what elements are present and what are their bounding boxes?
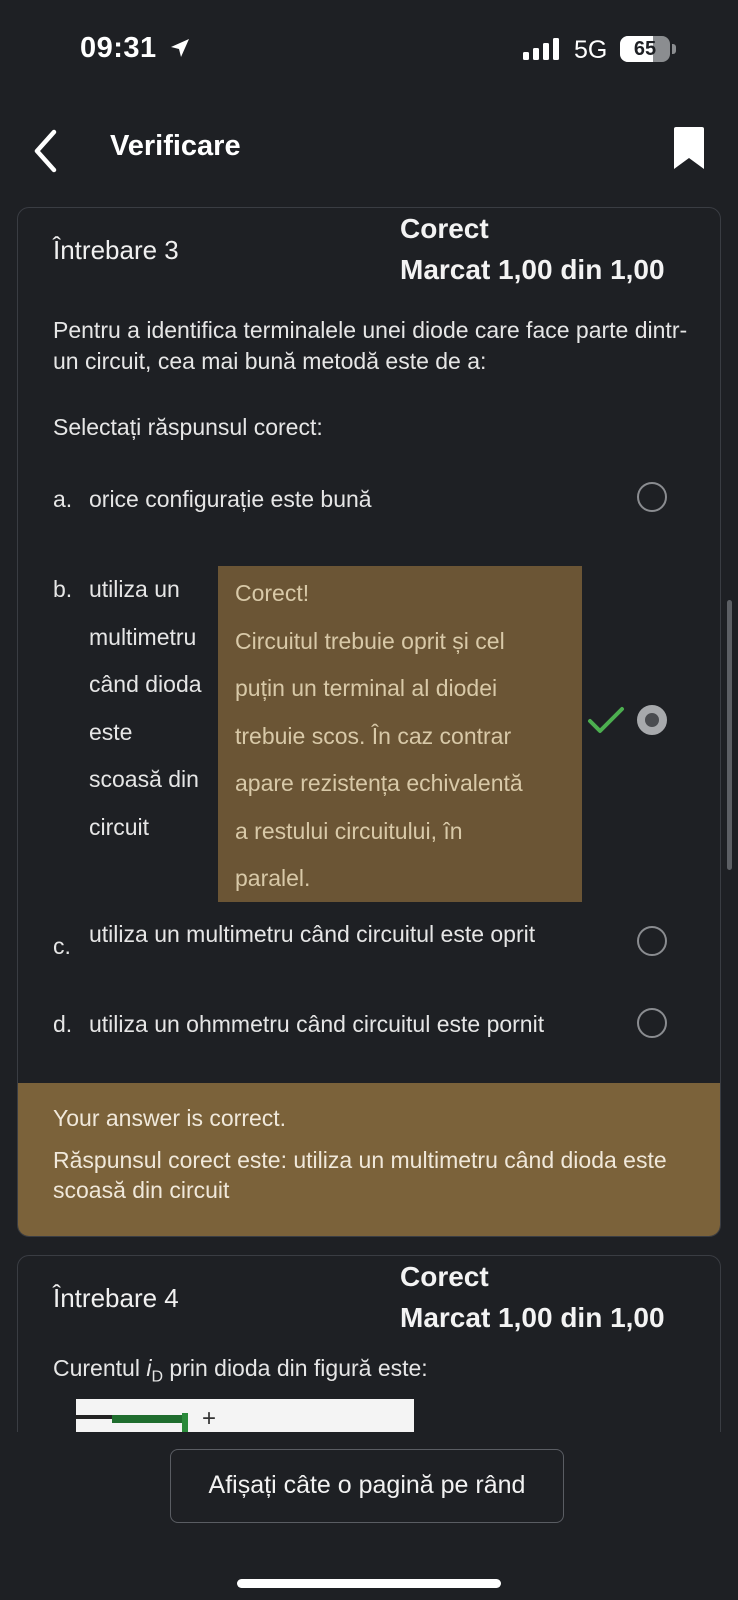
- option-text: orice configurație este bună: [89, 486, 372, 512]
- option-letter: a.: [53, 486, 73, 512]
- option-text: utiliza un multimetru când circuitul est…: [89, 921, 536, 947]
- option-text: utiliza un ohmmetru când circuitul este …: [89, 1011, 545, 1037]
- option-letter: c.: [53, 933, 71, 959]
- check-icon: [588, 707, 624, 733]
- state-label: Corect: [400, 1261, 489, 1292]
- option-text-line: este: [89, 718, 133, 745]
- option-letter: d.: [53, 1011, 73, 1037]
- question-card-4: Întrebare 4 Corect Marcat 1,00 din 1,00 …: [17, 1255, 721, 1457]
- specific-feedback-popup: Corect! Circuitul trebuie oprit și cel p…: [218, 566, 582, 902]
- feedback-line: paralel.: [235, 865, 311, 891]
- option-text-line: când dioda: [89, 671, 202, 697]
- bookmark-icon[interactable]: [672, 126, 706, 170]
- question-card-3: Întrebare 3 Corect Marcat 1,00 din 1,00 …: [17, 207, 721, 1237]
- question-text: Pentru a identifica terminalele unei dio…: [53, 317, 688, 374]
- radio-option-c[interactable]: [637, 926, 667, 956]
- option-text: utiliza un multimetru când dioda este sc…: [89, 566, 202, 851]
- figure-plus-sign: +: [202, 1405, 217, 1432]
- question-number: Întrebare 4: [53, 1283, 179, 1313]
- app-header: Verificare: [0, 110, 738, 192]
- correct-answer-text: Răspunsul corect este: utiliza un multim…: [53, 1147, 667, 1203]
- battery-cap: [672, 44, 676, 54]
- home-indicator[interactable]: [237, 1579, 501, 1588]
- feedback-line: puțin un terminal al diodei: [235, 675, 498, 701]
- show-one-page-button[interactable]: Afișați câte o pagină pe rând: [170, 1449, 564, 1523]
- feedback-line: Corect!: [235, 580, 310, 606]
- status-time: 09:31: [80, 32, 157, 64]
- radio-option-a[interactable]: [637, 482, 667, 512]
- location-arrow-icon: [171, 39, 189, 57]
- option-d[interactable]: d. utiliza un ohmmetru când circuitul es…: [53, 1011, 703, 1051]
- status-bar: 09:31 5G 65: [0, 0, 738, 100]
- radio-option-b[interactable]: [637, 705, 667, 735]
- question-text: Curentul iD prin dioda din figură este:: [53, 1353, 693, 1393]
- signal-bars-icon: [523, 38, 559, 60]
- option-letter: b.: [53, 576, 73, 602]
- variable-subscript: D: [151, 1368, 164, 1386]
- question-state: Corect Marcat 1,00 din 1,00: [400, 1256, 665, 1338]
- feedback-line: Circuitul trebuie oprit și cel: [235, 627, 505, 654]
- feedback-result: Your answer is correct.: [53, 1105, 287, 1131]
- bottom-bar: Afișați câte o pagină pe rând: [0, 1432, 738, 1600]
- scrollbar[interactable]: [727, 600, 732, 870]
- option-a[interactable]: a. orice configurație este bună: [53, 486, 703, 526]
- chevron-left-icon[interactable]: [30, 128, 60, 174]
- question-text-part: prin dioda din figură este:: [163, 1355, 428, 1381]
- battery-indicator: 65: [620, 36, 670, 62]
- grade-label: Marcat 1,00 din 1,00: [400, 1302, 665, 1333]
- option-b[interactable]: b. utiliza un multimetru când dioda este…: [53, 566, 223, 866]
- question-text-part: Curentul: [53, 1355, 147, 1381]
- grade-label: Marcat 1,00 din 1,00: [400, 254, 665, 285]
- network-type: 5G: [574, 36, 608, 64]
- option-text-line: scoasă din: [89, 766, 199, 792]
- figure-component: [112, 1415, 182, 1423]
- radio-option-d[interactable]: [637, 1008, 667, 1038]
- option-text-line: multimetru: [89, 623, 197, 650]
- question-number: Întrebare 3: [53, 235, 179, 265]
- question-state: Corect Marcat 1,00 din 1,00: [400, 208, 665, 290]
- feedback-line: a restului circuitului, în: [235, 817, 463, 844]
- page-title: Verificare: [110, 130, 241, 162]
- battery-level: 65: [633, 38, 657, 60]
- option-text-line: utiliza un: [89, 576, 180, 602]
- option-text-line: circuit: [89, 813, 150, 840]
- feedback-line: apare rezistența echivalentă: [235, 770, 523, 796]
- option-c[interactable]: c. utiliza un multimetru când circuitul …: [53, 921, 703, 971]
- answer-prompt: Selectați răspunsul corect:: [53, 414, 323, 440]
- state-label: Corect: [400, 213, 489, 244]
- feedback-line: trebuie scos. În caz contrar: [235, 722, 512, 749]
- general-feedback: Your answer is correct. Răspunsul corect…: [18, 1083, 720, 1236]
